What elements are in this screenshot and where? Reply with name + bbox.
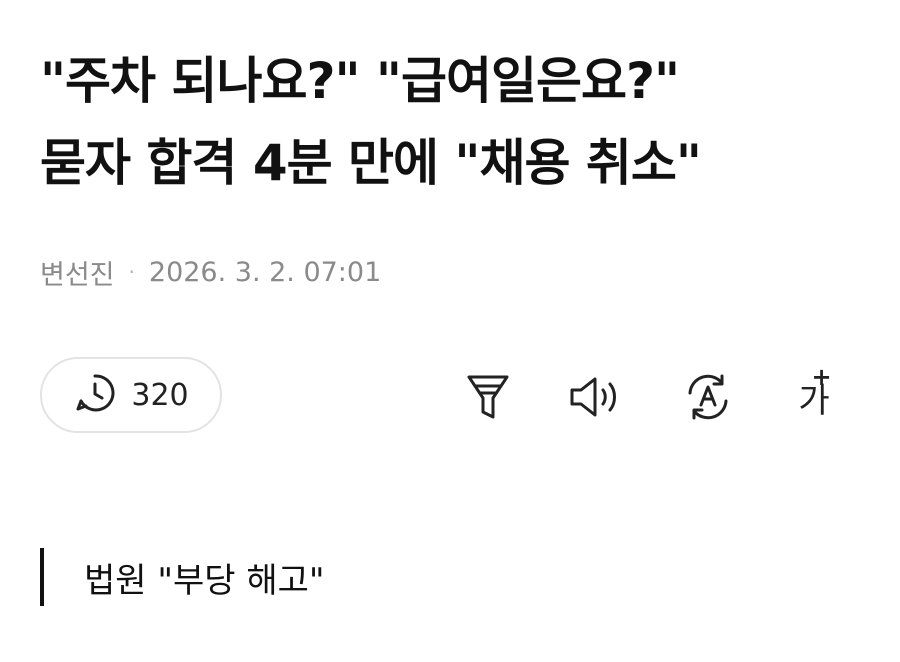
clock-icon: [73, 371, 117, 419]
filter-button[interactable]: [460, 369, 516, 425]
article-byline: 변선진 · 2026. 3. 2. 07:01: [40, 252, 381, 292]
font-size-plus: +: [811, 362, 832, 391]
read-aloud-button[interactable]: [568, 369, 624, 425]
view-count: 320: [131, 377, 189, 413]
translate-icon: [682, 371, 734, 423]
author-name[interactable]: 변선진: [40, 253, 115, 292]
article-subheading: 법원 "부당 해고": [40, 548, 325, 606]
speaker-icon: [568, 374, 624, 420]
article-headline: "주차 되나요?" "급여일은요?" 묻자 합격 4분 만에 "채용 취소": [40, 40, 880, 204]
publish-datetime: 2026. 3. 2. 07:01: [148, 256, 382, 288]
article-toolbar: 320 가 +: [40, 357, 860, 437]
view-count-badge: 320: [40, 357, 222, 433]
filter-icon: [465, 372, 511, 422]
headline-line-2: 묻자 합격 4분 만에 "채용 취소": [40, 134, 702, 192]
byline-separator: ·: [128, 260, 135, 284]
translate-button[interactable]: [680, 369, 736, 425]
font-size-button[interactable]: 가 +: [786, 363, 842, 425]
font-size-icon: 가 +: [798, 363, 831, 422]
headline-line-1: "주차 되나요?" "급여일은요?": [40, 52, 680, 110]
